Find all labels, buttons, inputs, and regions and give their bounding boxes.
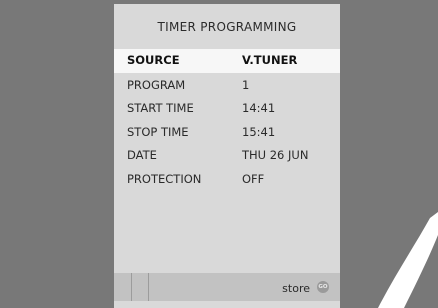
store-label: store xyxy=(282,282,310,295)
menu-rows: SOURCE V.TUNER PROGRAM 1 START TIME 14:4… xyxy=(114,49,340,190)
row-label: START TIME xyxy=(127,101,194,115)
status-bar-divider xyxy=(131,273,132,301)
timer-programming-menu: TIMER PROGRAMMING SOURCE V.TUNER PROGRAM… xyxy=(114,4,340,308)
menu-row-source[interactable]: SOURCE V.TUNER xyxy=(114,49,340,73)
status-bar: store GO xyxy=(114,273,340,301)
menu-row-protection[interactable]: PROTECTION OFF xyxy=(114,167,340,191)
row-value: THU 26 JUN xyxy=(242,148,309,162)
go-button-icon[interactable]: GO xyxy=(317,281,329,293)
row-label: PROTECTION xyxy=(127,171,202,186)
menu-title: TIMER PROGRAMMING xyxy=(157,20,297,34)
row-value: OFF xyxy=(242,171,265,186)
menu-row-date[interactable]: DATE THU 26 JUN xyxy=(114,143,340,167)
menu-row-stop-time[interactable]: STOP TIME 15:41 xyxy=(114,120,340,144)
row-value: 1 xyxy=(242,77,250,92)
row-label: SOURCE xyxy=(127,53,180,67)
menu-row-program[interactable]: PROGRAM 1 xyxy=(114,73,340,97)
row-value: V.TUNER xyxy=(242,53,298,67)
row-value: 15:41 xyxy=(242,124,276,139)
row-value: 14:41 xyxy=(242,101,276,115)
row-label: PROGRAM xyxy=(127,77,186,92)
row-label: DATE xyxy=(127,148,157,162)
status-bar-divider xyxy=(148,273,149,301)
menu-row-start-time[interactable]: START TIME 14:41 xyxy=(114,96,340,120)
row-label: STOP TIME xyxy=(127,124,189,139)
